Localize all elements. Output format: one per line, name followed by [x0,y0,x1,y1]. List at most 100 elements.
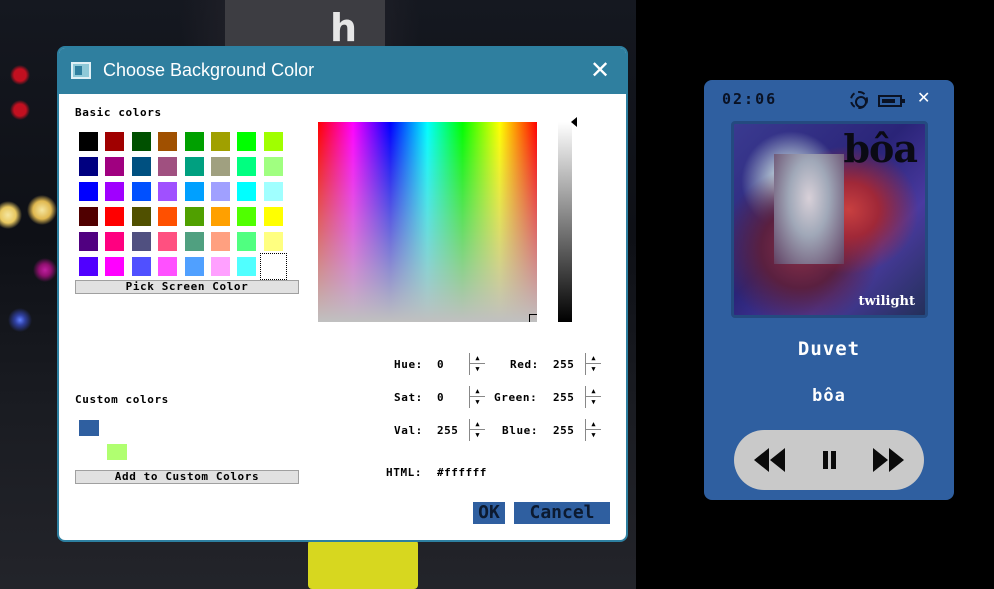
basic-color-swatch[interactable] [210,207,230,226]
basic-color-swatch[interactable] [105,182,125,201]
basic-color-swatch[interactable] [79,157,98,176]
red-spinner[interactable]: ▲ ▼ [585,353,601,375]
basic-color-swatch[interactable] [79,207,98,226]
basic-color-swatch[interactable] [105,207,125,226]
hue-input[interactable]: 0 [437,358,444,371]
basic-color-swatch[interactable] [237,232,257,251]
basic-color-swatch[interactable] [210,157,230,176]
basic-color-swatch[interactable] [237,207,257,226]
playback-controls [734,430,924,490]
sat-label: Sat: [394,391,423,404]
basic-color-swatch[interactable] [184,232,204,251]
hue-spinner[interactable]: ▲ ▼ [469,353,485,375]
basic-color-swatch[interactable] [184,257,204,276]
val-label: Val: [394,424,423,437]
basic-color-swatch[interactable] [79,232,98,251]
basic-color-swatch[interactable] [184,182,204,201]
basic-color-swatch[interactable] [237,257,257,276]
background-yellow-sign [308,540,418,589]
dialog-title: Choose Background Color [103,60,315,80]
dialog-titlebar[interactable]: Choose Background Color ✕ [59,48,626,94]
basic-color-swatch[interactable] [184,157,204,176]
album-art: bôa twilight [731,121,928,318]
color-dialog: Choose Background Color ✕ Basic colors P… [57,46,628,542]
green-input[interactable]: 255 [553,391,574,404]
basic-color-swatch[interactable] [158,182,178,201]
basic-color-swatch[interactable] [158,232,178,251]
fast-forward-icon[interactable] [872,444,906,476]
basic-color-swatch[interactable] [158,257,178,276]
rewind-icon[interactable] [752,444,786,476]
basic-color-swatch[interactable] [263,182,283,201]
basic-color-swatch[interactable] [158,207,178,226]
html-input[interactable]: #ffffff [437,466,487,479]
red-input[interactable]: 255 [553,358,574,371]
music-player: 02:06 ✕ bôa twilight Duvet bôa [704,80,954,500]
close-icon[interactable]: ✕ [588,58,612,82]
basic-color-swatch[interactable] [210,182,230,201]
basic-color-swatch[interactable] [210,232,230,251]
basic-color-swatch[interactable] [131,232,151,251]
val-input[interactable]: 255 [437,424,458,437]
pause-icon[interactable] [820,444,838,476]
gear-icon[interactable] [850,91,868,109]
add-to-custom-colors-button[interactable]: Add to Custom Colors [75,470,299,484]
song-title: Duvet [797,338,861,360]
basic-color-swatch[interactable] [105,257,125,276]
basic-color-swatch[interactable] [259,253,287,280]
basic-color-swatch[interactable] [184,132,204,151]
basic-color-swatch[interactable] [105,232,125,251]
val-spinner[interactable]: ▲ ▼ [469,419,485,441]
basic-color-swatch[interactable] [131,132,151,151]
html-label: HTML: [386,466,423,479]
basic-color-swatch[interactable] [131,157,151,176]
basic-color-swatch[interactable] [263,157,283,176]
window-icon [71,62,91,79]
basic-color-swatch[interactable] [158,157,178,176]
basic-color-swatch[interactable] [263,207,283,226]
basic-color-swatch[interactable] [237,182,257,201]
basic-color-swatch[interactable] [79,257,98,276]
custom-colors-label: Custom colors [75,393,169,406]
basic-color-swatch[interactable] [210,257,230,276]
basic-color-swatch[interactable] [237,157,257,176]
album-art-subtitle: twilight [858,294,915,309]
custom-color-swatch[interactable] [107,444,127,460]
basic-color-swatch[interactable] [263,132,283,151]
basic-color-swatch[interactable] [131,257,151,276]
basic-color-swatch[interactable] [105,132,125,151]
basic-color-swatch[interactable] [263,232,283,251]
basic-colors-label: Basic colors [75,106,162,119]
sat-spinner[interactable]: ▲ ▼ [469,386,485,408]
background-sign-glyph: h [330,6,358,50]
spectrum-crosshair [529,314,537,322]
basic-colors-grid [79,132,287,280]
basic-color-swatch[interactable] [131,182,151,201]
luminance-arrow-icon[interactable] [571,117,577,127]
red-label: Red: [510,358,539,371]
close-icon[interactable]: ✕ [917,88,930,107]
green-spinner[interactable]: ▲ ▼ [585,386,601,408]
basic-color-swatch[interactable] [237,132,257,151]
custom-color-swatch[interactable] [79,420,99,436]
basic-color-swatch[interactable] [79,182,98,201]
ok-button[interactable]: OK [473,502,505,524]
sat-input[interactable]: 0 [437,391,444,404]
cancel-button[interactable]: Cancel [514,502,610,524]
basic-color-swatch[interactable] [131,207,151,226]
album-art-bird [774,154,844,264]
hue-label: Hue: [394,358,423,371]
basic-color-swatch[interactable] [210,132,230,151]
blue-spinner[interactable]: ▲ ▼ [585,419,601,441]
pick-screen-color-button[interactable]: Pick Screen Color [75,280,299,294]
blue-label: Blue: [502,424,539,437]
basic-color-swatch[interactable] [105,157,125,176]
blue-input[interactable]: 255 [553,424,574,437]
color-spectrum[interactable] [318,122,537,322]
basic-color-swatch[interactable] [158,132,178,151]
song-artist: bôa [812,386,846,406]
luminance-slider[interactable] [558,122,572,322]
basic-color-swatch[interactable] [79,132,98,151]
battery-icon [878,95,905,107]
basic-color-swatch[interactable] [184,207,204,226]
